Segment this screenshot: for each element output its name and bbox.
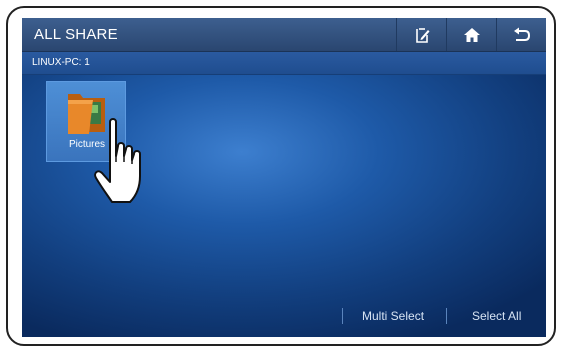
edit-button[interactable] — [396, 18, 446, 51]
home-icon — [463, 27, 480, 42]
title-bar: ALL SHARE — [22, 18, 546, 52]
app-title: ALL SHARE — [34, 26, 118, 43]
path-bar: LINUX-PC: 1 — [22, 52, 546, 75]
home-button[interactable] — [446, 18, 496, 51]
select-all-button[interactable]: Select All — [472, 309, 521, 323]
divider — [342, 308, 343, 324]
divider — [446, 308, 447, 324]
edit-icon — [415, 27, 429, 43]
hand-pointer-icon — [94, 118, 141, 203]
back-button[interactable] — [496, 18, 546, 51]
device-path: LINUX-PC: 1 — [32, 57, 90, 68]
bottom-bar: Multi Select Select All — [22, 300, 546, 337]
multi-select-button[interactable]: Multi Select — [362, 309, 424, 323]
back-icon — [513, 27, 530, 41]
device-screen: ALL SHARE LINUX-PC: 1 Pictures Multi Sel… — [22, 18, 546, 337]
